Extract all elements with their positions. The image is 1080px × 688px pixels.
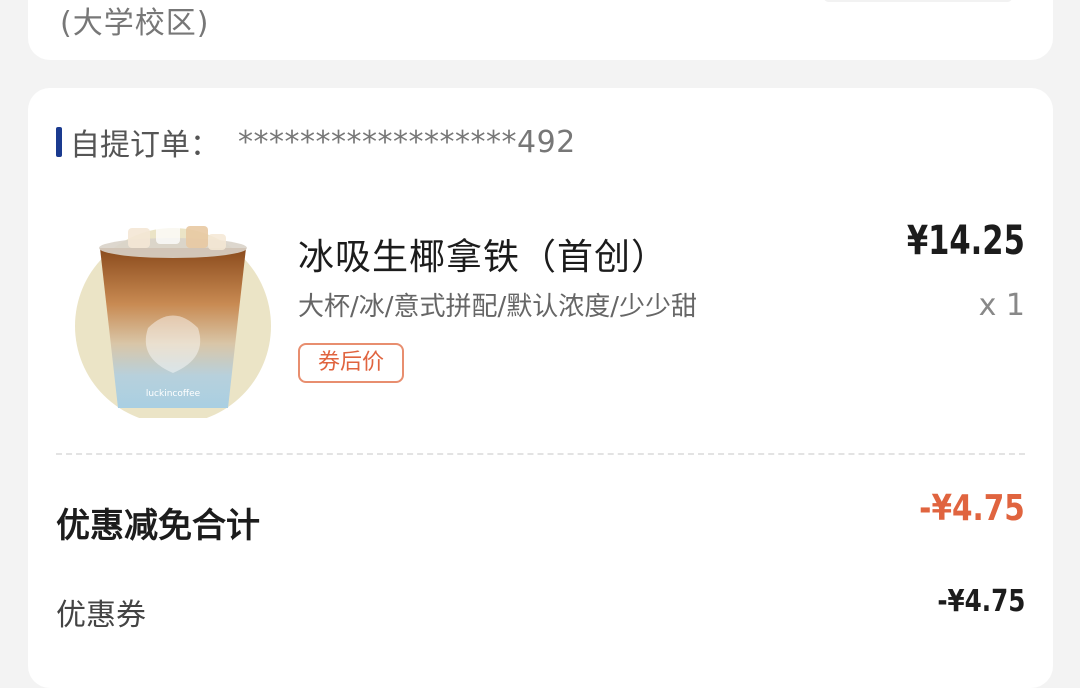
store-info-card: (大学校区) xyxy=(28,0,1053,60)
discount-total-label: 优惠减免合计 xyxy=(56,506,260,546)
svg-text:luckincoffee: luckincoffee xyxy=(146,389,201,399)
store-action-pill[interactable] xyxy=(823,0,1013,2)
order-header-accent-bar xyxy=(56,127,62,157)
product-quantity: x 1 xyxy=(978,288,1025,323)
order-type-label: 自提订单： xyxy=(70,128,220,163)
section-divider xyxy=(56,453,1025,455)
product-price: ¥14.25 xyxy=(906,218,1025,264)
store-campus-label: (大学校区) xyxy=(60,6,210,41)
order-detail-card: 自提订单： ******************492 luckincoffee… xyxy=(28,88,1053,688)
coupon-row-label: 优惠券 xyxy=(56,598,146,633)
order-number: ******************492 xyxy=(238,124,576,160)
product-image[interactable]: luckincoffee xyxy=(68,208,278,424)
iced-latte-cup-icon: luckincoffee xyxy=(75,220,271,424)
coupon-row-value: -¥4.75 xyxy=(936,584,1025,619)
discount-total-value: -¥4.75 xyxy=(919,488,1025,529)
coupon-price-badge: 券后价 xyxy=(298,343,405,383)
order-header: 自提订单： ******************492 xyxy=(56,124,576,163)
product-spec: 大杯/冰/意式拼配/默认浓度/少少甜 xyxy=(298,292,698,322)
product-name[interactable]: 冰吸生椰拿铁（首创） xyxy=(298,228,668,280)
